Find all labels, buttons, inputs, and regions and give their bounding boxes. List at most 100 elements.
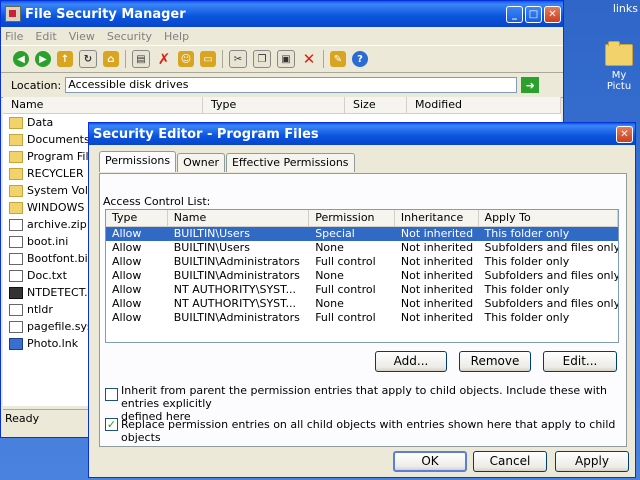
add-button[interactable]: Add... <box>375 351 447 372</box>
cut-icon[interactable]: ✂ <box>229 50 247 68</box>
cell-permission: None <box>315 269 344 282</box>
help-icon[interactable]: ? <box>352 51 368 67</box>
zip-file-icon <box>9 218 23 231</box>
ok-button[interactable]: OK <box>393 451 467 472</box>
file-name: boot.ini <box>27 235 69 248</box>
table-row[interactable]: Allow BUILTIN\Users None Not inherited S… <box>106 241 618 255</box>
toolbar: ◀ ▶ ↑ ↻ ⌂ ▤ ✗ ☺ ▭ ✂ ❐ ▣ ✕ ✎ ? <box>1 45 563 73</box>
maximize-button[interactable]: □ <box>525 5 542 23</box>
shortcut-icon <box>9 337 23 350</box>
cancel-button[interactable]: Cancel <box>473 451 547 472</box>
delete-permission-icon[interactable]: ✗ <box>156 50 172 68</box>
delete-icon[interactable]: ✕ <box>301 50 317 68</box>
table-row[interactable]: Allow BUILTIN\Administrators None Not in… <box>106 269 618 283</box>
cell-name: BUILTIN\Administrators <box>173 311 300 324</box>
cell-permission: Full control <box>315 283 376 296</box>
up-folder-icon[interactable]: ↑ <box>57 51 73 67</box>
table-row[interactable]: Allow BUILTIN\Administrators Full contro… <box>106 311 618 325</box>
cell-apply-to: Subfolders and files only <box>484 241 618 254</box>
cell-type: Allow <box>112 255 142 268</box>
acl-column-name[interactable]: Name <box>168 210 310 226</box>
desktop-links-label[interactable]: links <box>613 2 638 15</box>
menu-edit[interactable]: Edit <box>35 30 56 43</box>
file-icon <box>9 303 23 316</box>
close-button[interactable]: ✕ <box>544 5 561 23</box>
file-name: Doc.txt <box>27 269 67 282</box>
cell-inheritance: Not inherited <box>400 297 474 310</box>
acl-column-permission[interactable]: Permission <box>309 210 395 226</box>
tab-permissions[interactable]: Permissions <box>99 151 177 172</box>
acl-column-inheritance[interactable]: Inheritance <box>395 210 479 226</box>
dialog-title-bar[interactable]: Security Editor - Program Files ✕ <box>89 123 635 145</box>
tab-effective-permissions[interactable]: Effective Permissions <box>225 153 355 172</box>
settings-file-icon <box>9 235 23 248</box>
file-name: WINDOWS <box>27 201 85 214</box>
menu-help[interactable]: Help <box>164 30 189 43</box>
cell-permission: Special <box>315 227 355 240</box>
cell-apply-to: This folder only <box>484 227 570 240</box>
toolbar-separator <box>125 50 126 68</box>
file-icon <box>9 320 23 333</box>
properties-icon[interactable]: ▤ <box>132 50 150 68</box>
folder-icon <box>9 116 23 129</box>
location-bar: Location: ➜ <box>1 73 563 98</box>
column-name[interactable]: Name <box>3 97 203 113</box>
table-row[interactable]: Allow NT AUTHORITY\SYST... Full control … <box>106 283 618 297</box>
cell-name: BUILTIN\Administrators <box>173 269 300 282</box>
copy-icon[interactable]: ❐ <box>253 50 271 68</box>
column-modified[interactable]: Modified <box>407 97 561 113</box>
refresh-icon[interactable]: ↻ <box>79 50 97 68</box>
forward-icon[interactable]: ▶ <box>35 51 51 67</box>
home-icon[interactable]: ⌂ <box>103 51 119 67</box>
cell-name: BUILTIN\Users <box>173 227 250 240</box>
folder-icon <box>9 133 23 146</box>
drive-icon[interactable]: ▭ <box>200 51 216 67</box>
menu-view[interactable]: View <box>69 30 95 43</box>
acl-column-type[interactable]: Type <box>106 210 168 226</box>
edit-icon[interactable]: ✎ <box>330 51 346 67</box>
menu-security[interactable]: Security <box>107 30 152 43</box>
users-icon[interactable]: ☺ <box>178 51 194 67</box>
go-arrow-icon[interactable]: ➜ <box>521 77 540 93</box>
cell-type: Allow <box>112 227 142 240</box>
file-name: pagefile.sys <box>27 320 93 333</box>
cell-type: Allow <box>112 269 142 282</box>
paste-icon[interactable]: ▣ <box>277 50 295 68</box>
file-name: ntldr <box>27 303 53 316</box>
dialog-close-button[interactable]: ✕ <box>616 125 633 143</box>
menu-file[interactable]: File <box>5 30 23 43</box>
cell-apply-to: Subfolders and files only <box>484 269 618 282</box>
dialog-tabs: Permissions Owner Effective Permissions <box>99 151 356 172</box>
inherit-checkbox[interactable] <box>105 388 118 401</box>
folder-icon <box>605 41 633 66</box>
acl-column-apply-to[interactable]: Apply To <box>479 210 618 226</box>
back-icon[interactable]: ◀ <box>13 51 29 67</box>
folder-icon <box>9 150 23 163</box>
location-label: Location: <box>11 78 62 92</box>
cell-apply-to: This folder only <box>484 255 570 268</box>
file-name: Photo.lnk <box>27 337 79 350</box>
cell-inheritance: Not inherited <box>400 255 474 268</box>
file-name: archive.zip <box>27 218 87 231</box>
minimize-button[interactable]: _ <box>506 5 523 23</box>
replace-checkbox[interactable]: ✓ <box>105 418 118 431</box>
table-row[interactable]: Allow BUILTIN\Administrators Full contro… <box>106 255 618 269</box>
remove-button[interactable]: Remove <box>459 351 531 372</box>
table-row[interactable]: Allow NT AUTHORITY\SYST... None Not inhe… <box>106 297 618 311</box>
main-title-bar[interactable]: File Security Manager _ □ ✕ <box>1 1 563 27</box>
column-type[interactable]: Type <box>203 97 345 113</box>
replace-checkbox-label: Replace permission entries on all child … <box>121 418 616 444</box>
cell-permission: Full control <box>315 255 376 268</box>
file-icon <box>9 252 23 265</box>
file-name: RECYCLER <box>27 167 84 180</box>
acl-header: Type Name Permission Inheritance Apply T… <box>106 210 618 227</box>
toolbar-separator <box>323 50 324 68</box>
location-input[interactable] <box>65 77 518 93</box>
apply-button[interactable]: Apply <box>555 451 629 472</box>
desktop-icon-my-pictures[interactable]: My Pictu <box>598 41 640 92</box>
column-size[interactable]: Size <box>345 97 407 113</box>
tab-owner[interactable]: Owner <box>177 153 225 172</box>
table-row[interactable]: Allow BUILTIN\Users Special Not inherite… <box>106 227 618 241</box>
cell-permission: Full control <box>315 311 376 324</box>
edit-button[interactable]: Edit... <box>543 351 617 372</box>
